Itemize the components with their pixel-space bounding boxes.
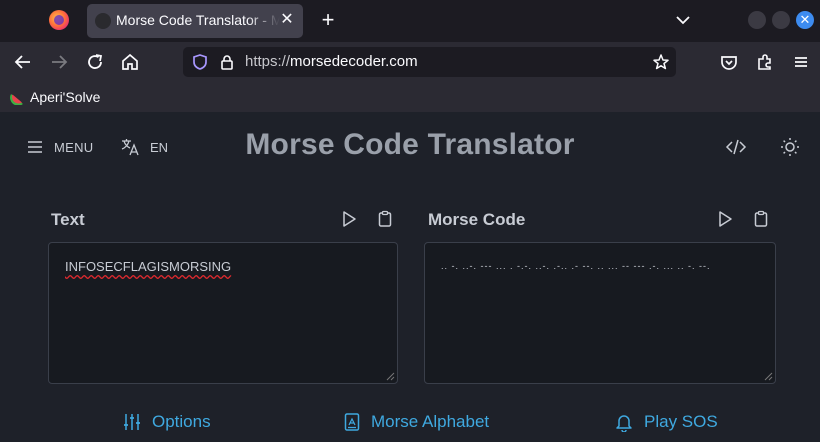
clipboard-icon[interactable] [752,210,770,228]
pocket-icon[interactable] [717,50,741,74]
language-label: EN [150,139,169,155]
hamburger-icon [26,139,44,155]
resize-grip-icon[interactable] [385,371,395,381]
resize-grip-icon[interactable] [763,371,773,381]
tab-title: Morse Code Translator - Mor [116,12,280,28]
options-label: Options [152,412,211,431]
options-link[interactable]: Options [122,410,211,434]
tab-favicon-icon [95,13,111,29]
page-content: MENU EN Morse Code Translator Text INFOS… [0,112,820,442]
sun-theme-icon[interactable] [778,136,802,158]
window-maximize-button[interactable] [772,11,790,29]
book-icon [343,412,361,432]
list-tabs-chevron-down-icon[interactable] [672,9,694,31]
page-title: Morse Code Translator [245,128,575,161]
url-text[interactable]: https://morsedecoder.com [245,53,418,70]
morse-alphabet-link[interactable]: Morse Alphabet [343,410,489,434]
code-embed-icon[interactable] [724,136,748,158]
play-icon[interactable] [340,210,358,228]
bell-icon [614,412,634,432]
back-arrow-icon[interactable] [11,50,35,74]
morse-output[interactable]: .. -. ..-. --- ... . -.-. ..-. .-.. .- -… [424,242,776,384]
translate-icon [120,137,140,157]
language-button[interactable]: EN [120,136,168,158]
menu-label: MENU [54,139,94,155]
window-close-button[interactable]: ✕ [796,11,814,29]
url-bar[interactable]: https://morsedecoder.com [183,47,676,77]
forward-arrow-icon[interactable] [47,50,71,74]
morse-alphabet-label: Morse Alphabet [371,412,490,431]
new-tab-button[interactable]: + [316,8,340,32]
extensions-puzzle-icon[interactable] [753,50,777,74]
play-sos-link[interactable]: Play SOS [614,410,718,434]
bookmark-aperisolve[interactable]: Aperi'Solve [30,89,100,105]
firefox-icon[interactable] [49,10,69,30]
menu-button[interactable]: MENU [26,136,93,158]
text-pane-label: Text [51,210,85,229]
play-sos-label: Play SOS [644,412,718,431]
window-minimize-button[interactable] [748,11,766,29]
bookmarks-bar: Aperi'Solve [0,82,820,112]
hamburger-menu-icon[interactable] [789,50,813,74]
watermelon-icon [10,89,26,105]
text-input-value: INFOSECFLAGISMORSING [65,259,232,274]
tab-close-icon[interactable]: ✕ [277,10,297,30]
text-input[interactable]: INFOSECFLAGISMORSING [48,242,398,384]
home-icon[interactable] [118,50,142,74]
morse-pane-label: Morse Code [428,210,526,229]
browser-tab-bar: Morse Code Translator - Mor ✕ + ✕ [0,0,820,42]
star-bookmark-icon[interactable] [652,53,670,71]
browser-nav-bar: https://morsedecoder.com [0,42,820,82]
reload-icon[interactable] [83,50,107,74]
sliders-icon [122,412,142,432]
play-icon[interactable] [716,210,734,228]
browser-tab-active[interactable]: Morse Code Translator - Mor ✕ [87,4,303,38]
morse-output-value: .. -. ..-. --- ... . -.-. ..-. .-.. .- -… [441,261,711,271]
clipboard-icon[interactable] [376,210,394,228]
lock-icon[interactable] [218,53,236,71]
shield-icon[interactable] [191,53,209,71]
